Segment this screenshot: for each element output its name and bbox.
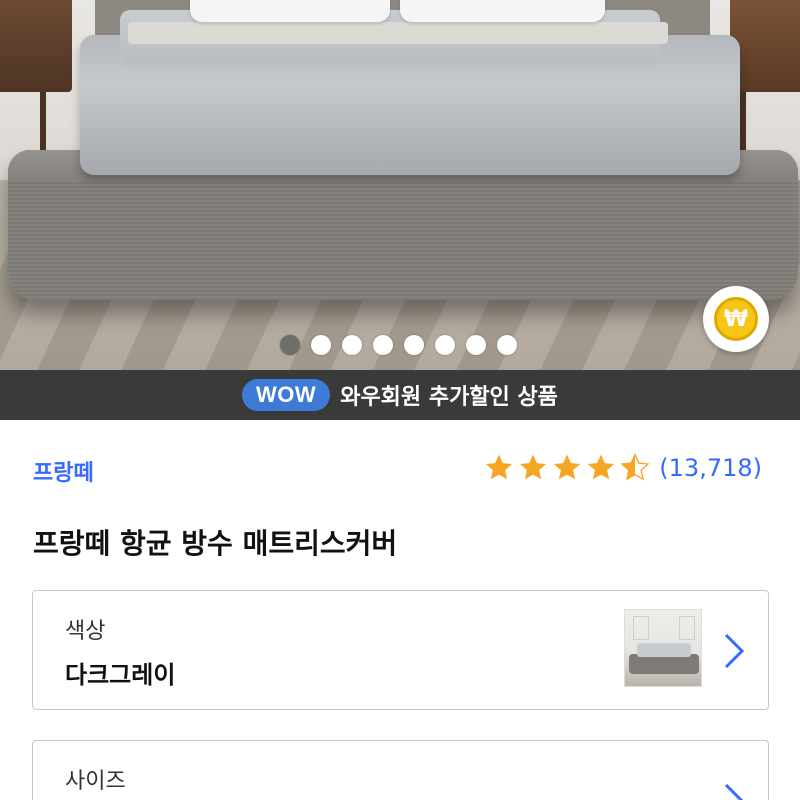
option-value-color: 다크그레이 bbox=[65, 661, 176, 689]
hero-bed-runner bbox=[128, 22, 668, 44]
star-icon bbox=[588, 454, 615, 480]
thumb-mattress bbox=[637, 643, 691, 657]
product-image-carousel[interactable] bbox=[0, 0, 800, 370]
star-icon bbox=[520, 454, 547, 480]
thumb-bed-base bbox=[629, 654, 699, 674]
product-rating[interactable]: (13,718) bbox=[483, 452, 762, 484]
carousel-dot[interactable] bbox=[280, 335, 300, 355]
star-icon bbox=[486, 454, 513, 480]
carousel-dot[interactable] bbox=[342, 335, 362, 355]
thumb-window bbox=[679, 616, 695, 640]
hero-nightstand-leg bbox=[40, 92, 46, 152]
hero-nightstand-left bbox=[0, 0, 72, 152]
color-option-thumbnail bbox=[624, 609, 702, 687]
hero-nightstand-leg bbox=[740, 92, 746, 157]
size-option-selector[interactable]: 사이즈 bbox=[32, 740, 769, 800]
carousel-dot[interactable] bbox=[435, 335, 455, 355]
wow-member-banner: WOW 와우회원 추가할인 상품 bbox=[0, 370, 800, 420]
carousel-dot[interactable] bbox=[311, 335, 331, 355]
won-coin-symbol: ₩ bbox=[714, 297, 758, 341]
hero-pillow bbox=[190, 0, 390, 22]
hero-pillow bbox=[400, 0, 605, 22]
brand-link[interactable]: 프랑떼 bbox=[33, 455, 94, 487]
option-label-color: 색상 bbox=[65, 619, 106, 644]
wow-badge: WOW bbox=[242, 379, 331, 411]
half-star-icon bbox=[620, 453, 650, 481]
option-label-size: 사이즈 bbox=[65, 769, 126, 794]
thumb-window bbox=[633, 616, 649, 640]
carousel-dot[interactable] bbox=[404, 335, 424, 355]
wow-banner-text: 와우회원 추가할인 상품 bbox=[340, 385, 558, 410]
rating-count[interactable]: (13,718) bbox=[659, 454, 762, 482]
chevron-right-icon[interactable] bbox=[721, 781, 747, 800]
chevron-right-icon[interactable] bbox=[721, 631, 747, 671]
color-option-selector[interactable]: 색상 다크그레이 bbox=[32, 590, 769, 710]
product-title: 프랑떼 항균 방수 매트리스커버 bbox=[33, 527, 398, 560]
star-icon bbox=[554, 454, 581, 480]
won-coin-icon[interactable]: ₩ bbox=[703, 286, 769, 352]
carousel-dot[interactable] bbox=[466, 335, 486, 355]
carousel-dot[interactable] bbox=[373, 335, 393, 355]
carousel-dot[interactable] bbox=[497, 335, 517, 355]
carousel-indicator bbox=[280, 335, 517, 355]
hero-nightstand-right bbox=[730, 0, 800, 157]
